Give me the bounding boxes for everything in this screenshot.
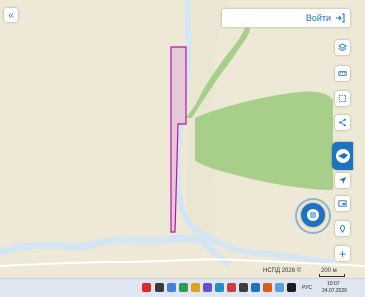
zoom-in-button[interactable]: + xyxy=(335,246,350,261)
app-icon-9[interactable] xyxy=(239,283,248,292)
select-area-button[interactable] xyxy=(335,91,350,106)
app-icon-2[interactable] xyxy=(155,283,164,292)
layers-icon xyxy=(338,43,347,52)
app-icon-10[interactable] xyxy=(251,283,260,292)
os-taskbar: РУС 10:07 24.07.2026 xyxy=(0,278,365,297)
export-icon xyxy=(338,200,347,207)
app-icon-13[interactable] xyxy=(287,283,296,292)
menu-list-icon xyxy=(307,209,319,221)
app-icon-5[interactable] xyxy=(191,283,200,292)
brand-logo-button[interactable] xyxy=(332,142,353,170)
share-icon xyxy=(339,118,346,127)
app-icon-6[interactable] xyxy=(203,283,212,292)
locate-button[interactable] xyxy=(335,173,350,188)
ruler-icon xyxy=(338,71,347,76)
export-button[interactable] xyxy=(335,196,350,211)
login-icon xyxy=(336,13,345,23)
app-icon-11[interactable] xyxy=(263,283,272,292)
menu-fab-button[interactable] xyxy=(301,203,325,227)
copyright-text: НСПД 2026 © xyxy=(263,268,302,274)
map-attribution: НСПД 2026 © xyxy=(263,268,301,274)
location-marker-button[interactable] xyxy=(335,221,350,236)
locate-icon xyxy=(338,176,347,185)
clock-time: 10:07 xyxy=(327,281,340,287)
select-area-icon xyxy=(338,94,347,103)
clock-date: 24.07.2026 xyxy=(322,288,348,294)
location-marker-icon xyxy=(340,224,345,233)
ruler-button[interactable] xyxy=(335,66,350,81)
app-icon-4[interactable] xyxy=(179,283,188,292)
language-indicator[interactable]: РУС xyxy=(302,285,312,291)
app-icon-12[interactable] xyxy=(275,283,284,292)
login-button[interactable]: Войти xyxy=(222,9,350,27)
map-canvas[interactable] xyxy=(0,0,365,296)
collapse-panel-button[interactable]: « xyxy=(4,8,18,22)
layers-button[interactable] xyxy=(335,40,350,55)
login-label: Войти xyxy=(305,13,331,23)
app-icon-8[interactable] xyxy=(227,283,236,292)
app-icon-3[interactable] xyxy=(167,283,176,292)
share-button[interactable] xyxy=(335,115,350,130)
scale-line xyxy=(319,274,345,277)
brand-logo-icon xyxy=(335,149,350,163)
yandex-icon[interactable] xyxy=(142,283,151,292)
zoom-in-icon: + xyxy=(338,246,346,261)
double-chevron-left-icon: « xyxy=(8,9,14,21)
app-icon-7[interactable] xyxy=(215,283,224,292)
